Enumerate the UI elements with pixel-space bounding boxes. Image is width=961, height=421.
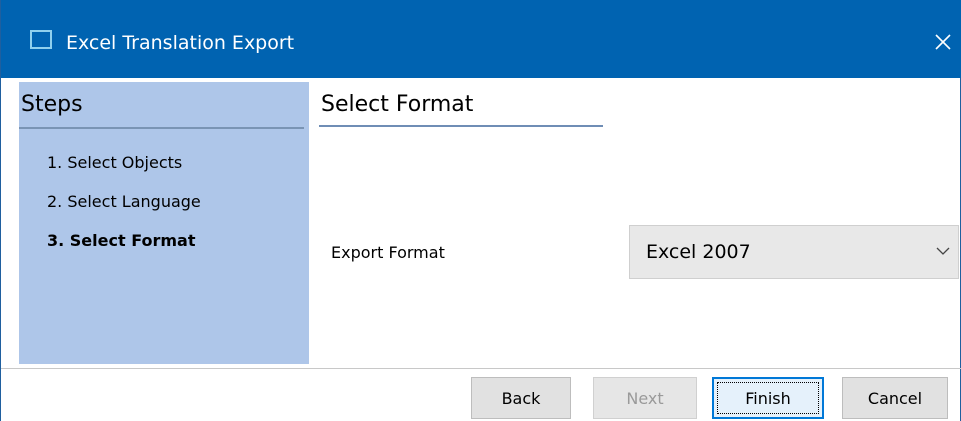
next-button[interactable]: Next: [593, 377, 697, 419]
chevron-down-icon: [936, 247, 950, 255]
footer-divider: [1, 368, 961, 369]
steps-heading: Steps: [21, 92, 83, 117]
finish-button[interactable]: Finish: [712, 377, 824, 419]
export-format-select[interactable]: Excel 2007: [629, 225, 959, 279]
close-button[interactable]: [924, 22, 961, 62]
steps-divider: [19, 127, 304, 129]
export-format-value: Excel 2007: [646, 241, 751, 263]
title-bar: Excel Translation Export: [1, 0, 961, 78]
section-title: Select Format: [321, 92, 474, 117]
cancel-button[interactable]: Cancel: [842, 377, 948, 419]
back-button[interactable]: Back: [471, 377, 571, 419]
steps-panel: Steps 1. Select Objects 2. Select Langua…: [19, 82, 309, 364]
section-divider: [319, 125, 603, 127]
finish-button-label: Finish: [745, 388, 791, 408]
step-item-select-format: 3. Select Format: [47, 231, 196, 250]
step-item-select-objects: 1. Select Objects: [47, 153, 183, 172]
app-window-icon: [30, 30, 52, 49]
dialog-window: Excel Translation Export Steps 1. Select…: [0, 0, 961, 421]
step-item-select-language: 2. Select Language: [47, 192, 201, 211]
close-icon: [935, 34, 951, 50]
export-format-label: Export Format: [331, 243, 445, 262]
window-title: Excel Translation Export: [66, 32, 295, 54]
